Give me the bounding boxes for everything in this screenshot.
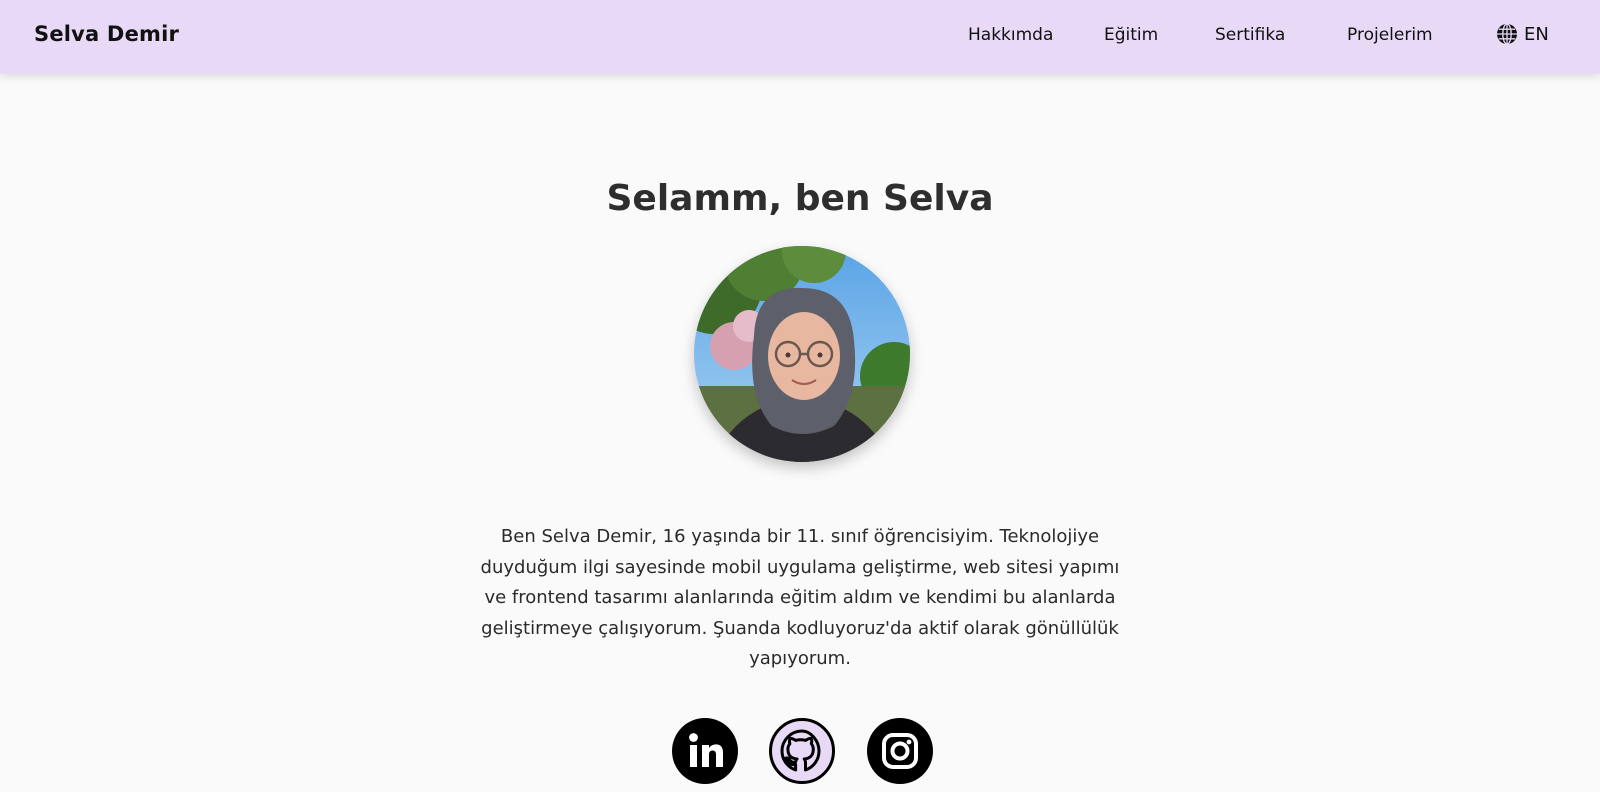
navbar: Selva Demir Hakkımda Eğitim Sertifika Pr… <box>0 0 1600 74</box>
linkedin-link[interactable] <box>672 718 738 784</box>
brand-name[interactable]: Selva Demir <box>34 22 179 46</box>
nav-link-egitim[interactable]: Eğitim <box>1104 25 1158 45</box>
globe-icon <box>1496 23 1518 45</box>
nav-link-sertifika[interactable]: Sertifika <box>1215 25 1285 45</box>
instagram-icon <box>867 718 933 784</box>
language-label: EN <box>1524 23 1549 45</box>
github-icon <box>772 721 832 781</box>
language-switcher[interactable]: EN <box>1496 23 1549 45</box>
bio-text: Ben Selva Demir, 16 yaşında bir 11. sını… <box>480 526 1120 669</box>
profile-photo <box>694 246 910 462</box>
instagram-link[interactable] <box>867 718 933 784</box>
linkedin-icon <box>672 718 738 784</box>
github-link[interactable] <box>769 718 835 784</box>
nav-link-projelerim[interactable]: Projelerim <box>1347 25 1433 45</box>
nav-link-hakkimda[interactable]: Hakkımda <box>968 25 1053 45</box>
hero-title: Selamm, ben Selva <box>606 178 994 219</box>
